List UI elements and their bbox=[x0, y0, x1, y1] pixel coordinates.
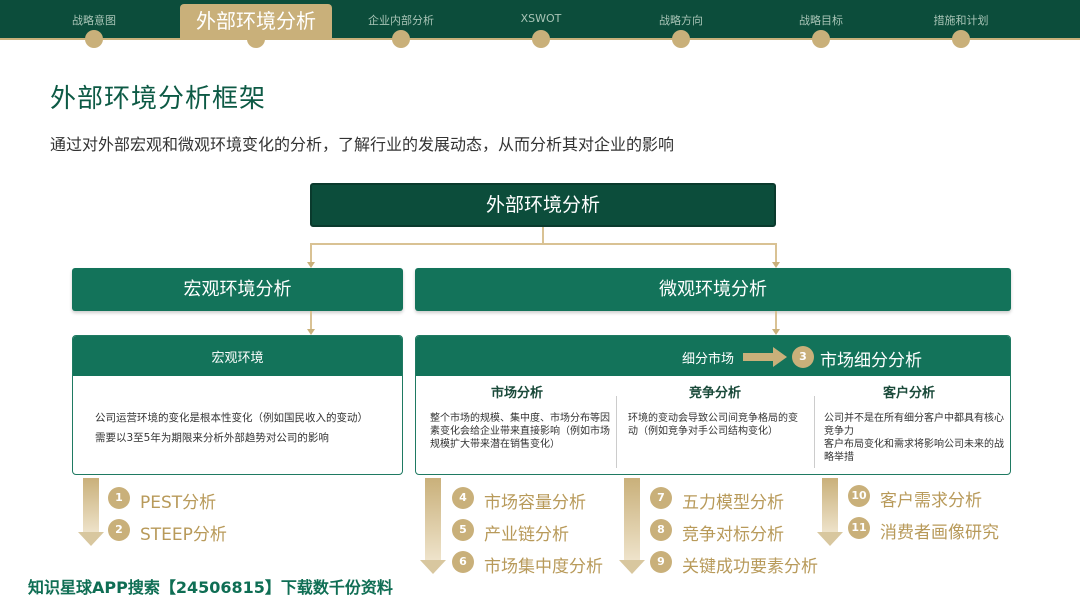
market-analysis-title: 市场分析 bbox=[490, 386, 543, 401]
page-title: 外部环境分析框架 bbox=[50, 84, 267, 114]
number-badge: 1 bbox=[108, 487, 130, 509]
market-analysis-text: 整个市场的规模、集中度、市场分布等因素变化会给企业带来直接影响（例如市场规模扩大… bbox=[430, 413, 610, 450]
macro-environment-panel: 宏观环境 公司运营环境的变化是根本性变化（例如国民收入的变动） 需要以3至5年为… bbox=[72, 335, 403, 475]
nav-item-internal-analysis[interactable]: 企业内部分析 bbox=[346, 12, 456, 28]
column-divider bbox=[616, 396, 617, 468]
number-badge: 2 bbox=[108, 519, 130, 541]
nav-item-strategic-intent[interactable]: 战略意图 bbox=[39, 12, 149, 28]
list-item-label: 客户需求分析 bbox=[880, 491, 982, 511]
number-badge: 5 bbox=[452, 519, 474, 541]
list-item-label: 市场集中度分析 bbox=[484, 557, 603, 577]
connector bbox=[542, 227, 544, 244]
list-item-label: 关键成功要素分析 bbox=[682, 557, 818, 577]
micro-panel-header: 细分市场 3 市场细分分析 bbox=[416, 336, 1010, 376]
connector bbox=[775, 243, 777, 263]
nav-item-xswot[interactable]: XSWOT bbox=[486, 12, 596, 28]
customer-analysis-text: 公司并不是在所有细分客户中都具有核心竞争力 客户布局变化和需求将影响公司未来的战… bbox=[824, 413, 1004, 463]
connector bbox=[310, 243, 776, 245]
list-item-label: PEST分析 bbox=[140, 493, 217, 513]
down-arrow-icon bbox=[420, 478, 446, 576]
segment-label: 细分市场 bbox=[682, 352, 735, 367]
number-badge: 9 bbox=[650, 551, 672, 573]
connector bbox=[310, 243, 312, 263]
page-subtitle: 通过对外部宏观和微观环境变化的分析，了解行业的发展动态，从而分析其对企业的影响 bbox=[50, 135, 675, 154]
nav-dot[interactable] bbox=[952, 30, 970, 48]
macro-text-line: 需要以3至5年为期限来分析外部趋势对公司的影响 bbox=[95, 432, 329, 444]
segment-title: 市场细分分析 bbox=[820, 351, 922, 371]
nav-dot[interactable] bbox=[247, 30, 265, 48]
macro-analysis-box: 宏观环境分析 bbox=[72, 268, 403, 311]
down-arrow-icon bbox=[817, 478, 843, 548]
number-badge: 11 bbox=[848, 517, 870, 539]
nav-item-strategic-direction[interactable]: 战略方向 bbox=[626, 12, 736, 28]
column-divider bbox=[814, 396, 815, 468]
micro-environment-panel: 细分市场 3 市场细分分析 市场分析 整个市场的规模、集中度、市场分布等因素变化… bbox=[415, 335, 1011, 475]
micro-analysis-box: 微观环境分析 bbox=[415, 268, 1011, 311]
list-item-label: 市场容量分析 bbox=[484, 493, 586, 513]
number-badge: 4 bbox=[452, 487, 474, 509]
number-badge: 3 bbox=[792, 346, 814, 368]
number-badge: 10 bbox=[848, 485, 870, 507]
number-badge: 6 bbox=[452, 551, 474, 573]
macro-text-line: 公司运营环境的变化是根本性变化（例如国民收入的变动） bbox=[95, 412, 368, 424]
root-box-external-analysis: 外部环境分析 bbox=[310, 183, 776, 227]
macro-panel-title: 宏观环境 bbox=[211, 351, 264, 366]
connector bbox=[310, 311, 312, 330]
list-item-label: 消费者画像研究 bbox=[880, 523, 999, 543]
nav-dot[interactable] bbox=[85, 30, 103, 48]
footer-watermark: 知识星球APP搜索【24506815】下载数千份资料 bbox=[28, 578, 393, 597]
competition-analysis-title: 竞争分析 bbox=[688, 386, 741, 401]
list-item-label: 产业链分析 bbox=[484, 525, 569, 545]
customer-analysis-title: 客户分析 bbox=[882, 386, 935, 401]
nav-dot[interactable] bbox=[392, 30, 410, 48]
nav-dot[interactable] bbox=[672, 30, 690, 48]
competition-analysis-text: 环境的变动会导致公司间竞争格局的变动（例如竞争对手公司结构变化） bbox=[628, 413, 798, 437]
macro-panel-header: 宏观环境 bbox=[73, 336, 402, 376]
down-arrow-icon bbox=[619, 478, 645, 576]
list-item-label: 竞争对标分析 bbox=[682, 525, 784, 545]
arrow-right-icon bbox=[743, 347, 787, 367]
list-item-label: 五力模型分析 bbox=[682, 493, 784, 513]
down-arrow-icon bbox=[78, 478, 104, 548]
number-badge: 8 bbox=[650, 519, 672, 541]
connector bbox=[775, 311, 777, 330]
nav-dot[interactable] bbox=[812, 30, 830, 48]
list-item-label: STEEP分析 bbox=[140, 525, 227, 545]
nav-item-strategic-goal[interactable]: 战略目标 bbox=[766, 12, 876, 28]
nav-item-measures-plan[interactable]: 措施和计划 bbox=[906, 12, 1016, 28]
macro-panel-text: 公司运营环境的变化是根本性变化（例如国民收入的变动） 需要以3至5年为期限来分析… bbox=[95, 408, 368, 448]
number-badge: 7 bbox=[650, 487, 672, 509]
nav-dot[interactable] bbox=[532, 30, 550, 48]
